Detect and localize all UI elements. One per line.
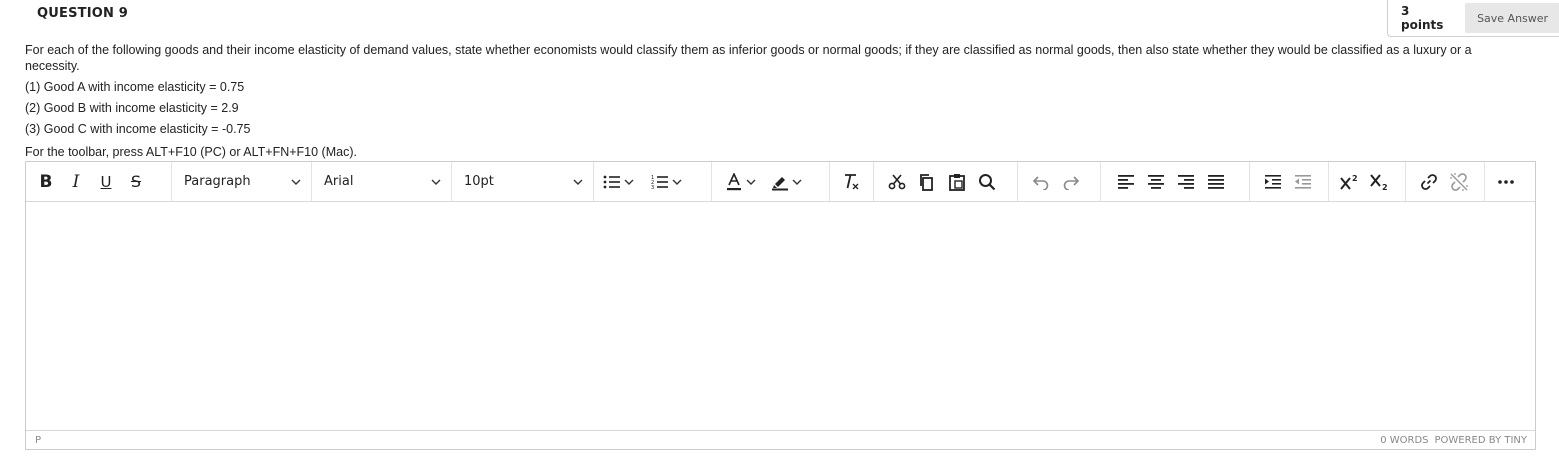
editor-statusbar: P 0 WORDS POWERED BY TINY: [26, 430, 1535, 449]
font-family-select[interactable]: Arial: [312, 162, 452, 201]
bold-button[interactable]: B: [31, 167, 61, 197]
question-title: QUESTION 9: [37, 6, 129, 21]
align-center-icon: [1147, 175, 1164, 189]
outdent-button[interactable]: [1288, 167, 1318, 197]
superscript-button[interactable]: 2: [1335, 167, 1365, 197]
statusbar-right: 0 WORDS POWERED BY TINY: [1380, 435, 1527, 446]
text-color-icon: [727, 172, 741, 190]
indent-group: [1250, 162, 1329, 201]
question-prompt: For each of the following goods and thei…: [25, 42, 1525, 74]
block-format-value: Paragraph: [184, 174, 251, 189]
editor-toolbar: B I U S Paragraph Arial 10pt 1 2 3 2 2: [26, 162, 1535, 202]
align-left-icon: [1117, 175, 1134, 189]
strikethrough-icon: S: [130, 172, 142, 191]
script-group: 2 2: [1329, 162, 1406, 201]
justify-button[interactable]: [1201, 167, 1231, 197]
copy-button[interactable]: [912, 167, 942, 197]
unlink-icon: [1450, 172, 1468, 191]
bullet-list-icon: [603, 175, 620, 188]
save-answer-button[interactable]: Save Answer: [1465, 3, 1559, 33]
history-group: [1018, 162, 1101, 201]
unlink-button[interactable]: [1444, 167, 1474, 197]
question-page: QUESTION 9 3 points Save Answer For each…: [0, 0, 1559, 475]
block-format-select[interactable]: Paragraph: [172, 162, 312, 201]
chevron-down-icon: [672, 179, 682, 185]
svg-text:3: 3: [651, 185, 654, 190]
word-count[interactable]: 0 WORDS: [1380, 435, 1428, 446]
numbered-list-button[interactable]: 1 2 3: [648, 167, 682, 197]
underline-button[interactable]: U: [91, 167, 121, 197]
align-right-icon: [1177, 175, 1194, 189]
chevron-down-icon: [431, 179, 441, 185]
indent-button[interactable]: [1258, 167, 1288, 197]
subscript-icon: 2: [1370, 173, 1388, 191]
indent-icon: [1264, 175, 1281, 189]
format-group: B I U S: [26, 162, 172, 201]
powered-by-link[interactable]: POWERED BY TINY: [1435, 435, 1528, 446]
italic-icon: I: [72, 171, 80, 192]
points-panel: 3 points Save Answer: [1387, 0, 1559, 37]
color-group: [712, 162, 830, 201]
strikethrough-button[interactable]: S: [121, 167, 151, 197]
list-group: 1 2 3: [594, 162, 712, 201]
paste-icon: [949, 173, 965, 191]
subscript-button[interactable]: 2: [1365, 167, 1395, 197]
chevron-down-icon: [624, 179, 634, 185]
clear-format-group: [830, 162, 874, 201]
search-icon: [979, 173, 996, 190]
paste-button[interactable]: [942, 167, 972, 197]
more-icon: [1498, 179, 1514, 184]
more-button[interactable]: [1491, 167, 1521, 197]
clear-formatting-icon: [845, 173, 859, 189]
cut-button[interactable]: [882, 167, 912, 197]
question-item-2: (2) Good B with income elasticity = 2.9: [25, 101, 239, 115]
more-group: [1485, 162, 1521, 201]
chevron-down-icon: [792, 179, 802, 185]
justify-icon: [1207, 175, 1224, 189]
link-group: [1406, 162, 1485, 201]
chevron-down-icon: [573, 179, 583, 185]
numbered-list-icon: 1 2 3: [651, 175, 668, 190]
redo-icon: [1063, 175, 1080, 190]
highlight-icon: [772, 176, 788, 190]
underline-icon: U: [100, 172, 112, 191]
rich-text-editor: B I U S Paragraph Arial 10pt 1 2 3 2 2 P…: [25, 161, 1536, 450]
alignment-group: [1101, 162, 1250, 201]
font-size-value: 10pt: [464, 174, 494, 189]
text-color-button[interactable]: [722, 167, 756, 197]
points-label: 3 points: [1401, 4, 1444, 32]
question-text: For each of the following goods and thei…: [25, 43, 1472, 73]
outdent-icon: [1294, 175, 1311, 189]
align-center-button[interactable]: [1141, 167, 1171, 197]
clipboard-group: [874, 162, 1018, 201]
clear-formatting-button[interactable]: [836, 167, 866, 197]
chevron-down-icon: [746, 179, 756, 185]
svg-text:2: 2: [1382, 183, 1388, 191]
link-button[interactable]: [1414, 167, 1444, 197]
element-path[interactable]: P: [35, 435, 41, 446]
editor-content-area[interactable]: [26, 202, 1535, 430]
undo-icon: [1032, 175, 1049, 190]
align-left-button[interactable]: [1111, 167, 1141, 197]
bold-icon: B: [39, 171, 53, 192]
question-item-1: (1) Good A with income elasticity = 0.75: [25, 80, 245, 94]
toolbar-hint: For the toolbar, press ALT+F10 (PC) or A…: [25, 145, 357, 159]
undo-button[interactable]: [1026, 167, 1056, 197]
superscript-icon: 2: [1340, 174, 1358, 190]
copy-icon: [920, 173, 933, 191]
font-family-value: Arial: [324, 174, 354, 189]
bullet-list-button[interactable]: [600, 167, 634, 197]
search-button[interactable]: [972, 167, 1002, 197]
redo-button[interactable]: [1056, 167, 1086, 197]
svg-text:2: 2: [1352, 174, 1358, 183]
font-size-select[interactable]: 10pt: [452, 162, 594, 201]
question-item-3: (3) Good C with income elasticity = -0.7…: [25, 122, 251, 136]
chevron-down-icon: [291, 179, 301, 185]
cut-icon: [888, 173, 906, 189]
italic-button[interactable]: I: [61, 167, 91, 197]
link-icon: [1421, 173, 1437, 190]
highlight-button[interactable]: [768, 167, 802, 197]
align-right-button[interactable]: [1171, 167, 1201, 197]
